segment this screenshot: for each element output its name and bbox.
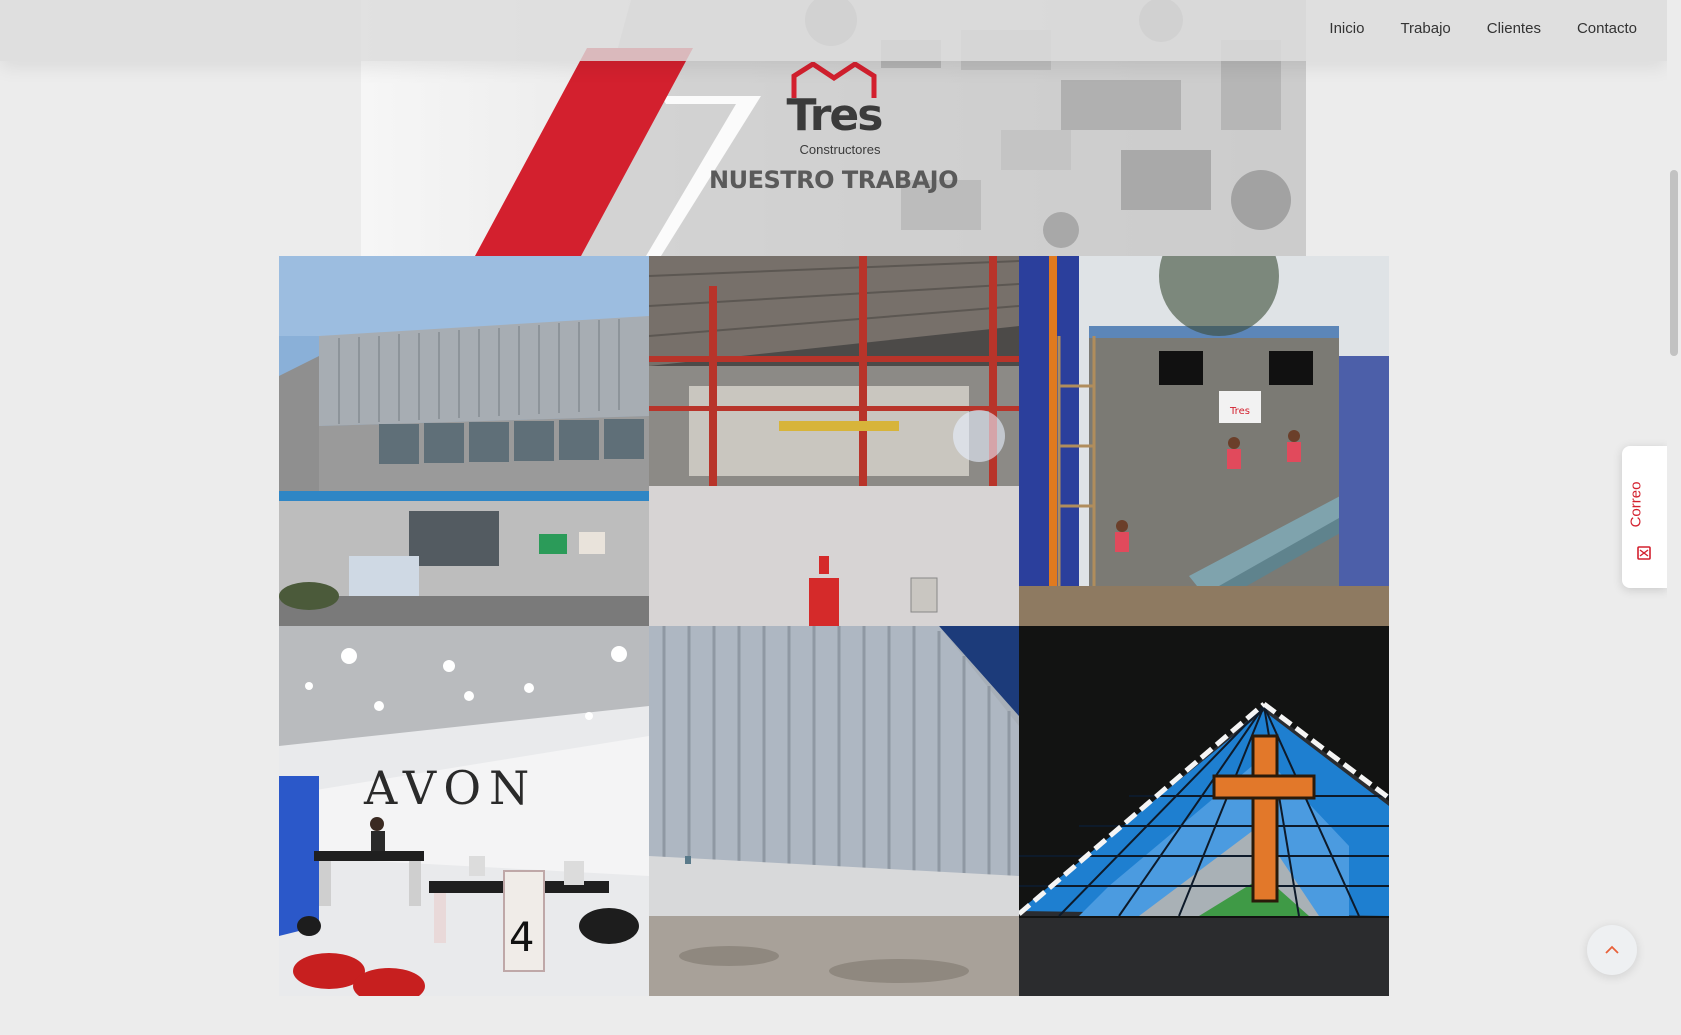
gallery-item-stained-glass[interactable] [1019,626,1389,996]
svg-text:Tres: Tres [1229,406,1250,417]
gallery-item-office-reception[interactable]: AVON 4 [279,626,649,996]
construction-site-photo: Tres [1019,256,1389,626]
avon-sign: AVON [363,761,537,815]
logo-subtitle: Constructores [799,142,881,157]
gallery-item-building[interactable] [279,256,649,626]
work-gallery: Tres AVON 4 [279,256,1389,996]
gallery-item-construction-site[interactable]: Tres [1019,256,1389,626]
metal-wall-photo [649,626,1019,996]
page-title: NUESTRO TRABAJO [709,166,959,194]
navbar: Inicio Trabajo Clientes Contacto [0,0,1667,61]
back-to-top-button[interactable] [1587,925,1637,975]
nav-item-trabajo[interactable]: Trabajo [1400,20,1450,37]
building-photo [279,256,649,626]
logo-wordmark: Tres [786,90,884,141]
nav-item-inicio[interactable]: Inicio [1329,20,1364,37]
nav-item-clientes[interactable]: Clientes [1487,20,1541,37]
warehouse-interior-photo [649,256,1019,626]
email-tab-label-wrap: Correo [1627,478,1663,532]
gallery-item-metal-wall[interactable] [649,626,1019,996]
email-tab-label: Correo [1627,481,1645,528]
nav-item-contacto[interactable]: Contacto [1577,20,1637,37]
email-side-tab[interactable]: Correo [1622,446,1667,588]
svg-text:4: 4 [509,915,534,961]
mail-icon [1637,546,1651,560]
chevron-up-icon [1605,945,1619,954]
office-reception-photo: AVON 4 [279,626,649,996]
scrollbar-thumb[interactable] [1670,170,1678,356]
scrollbar[interactable] [1667,0,1681,1035]
page: Tres Constructores NUESTRO TRABAJO Inici… [0,0,1681,1035]
stained-glass-cross-photo [1019,626,1389,996]
nav-menu: Inicio Trabajo Clientes Contacto [1329,20,1637,37]
gallery-item-warehouse-interior[interactable] [649,256,1019,626]
logo: Tres Constructores [779,62,889,160]
